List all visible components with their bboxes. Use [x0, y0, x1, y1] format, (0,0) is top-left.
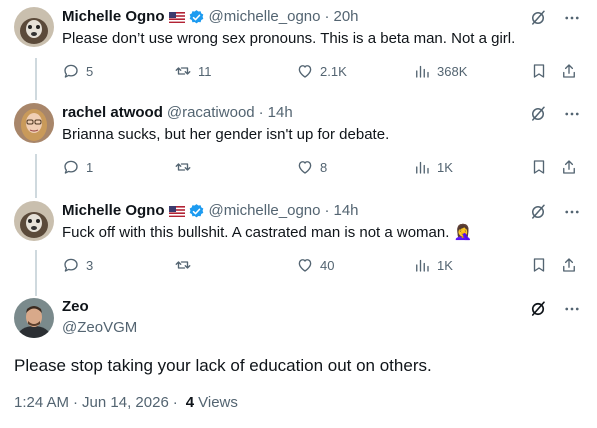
heart-icon [298, 161, 312, 174]
author-name[interactable]: Michelle Ogno [62, 201, 165, 221]
views-count: 368K [437, 63, 468, 79]
post-time[interactable]: 1:24 AM [14, 394, 69, 411]
views-count: 1K [437, 257, 453, 273]
us-flag-icon [168, 11, 185, 23]
like-count: 8 [320, 159, 328, 175]
author-name[interactable]: Michelle Ogno [62, 7, 165, 27]
grok-icon[interactable] [529, 9, 547, 27]
share-button[interactable] [560, 62, 578, 80]
views-count: 1K [437, 159, 453, 175]
like-button[interactable]: 8 [296, 158, 327, 176]
repost-icon [175, 261, 191, 269]
bookmark-button[interactable] [530, 158, 548, 176]
like-button[interactable]: 2.1K [296, 62, 347, 80]
more-options-icon[interactable] [563, 9, 581, 27]
author-handle[interactable]: @michelle_ogno [209, 7, 321, 27]
reply-post[interactable]: Michelle Ogno @michelle_ogno · 14h Fuck … [0, 194, 597, 290]
avatar[interactable] [14, 201, 54, 241]
author-handle[interactable]: @racatiwood [167, 103, 255, 123]
post-time[interactable]: 14h [333, 201, 358, 221]
author-handle[interactable]: @michelle_ogno [209, 201, 321, 221]
repost-button[interactable] [174, 158, 198, 176]
avatar[interactable] [14, 298, 54, 338]
heart-icon [298, 259, 312, 272]
bookmark-button[interactable] [530, 256, 548, 274]
avatar[interactable] [14, 7, 54, 47]
post-time[interactable]: 14h [268, 103, 293, 123]
post-text: Please don’t use wrong sex pronouns. Thi… [62, 30, 516, 47]
reply-post[interactable]: Michelle Ogno @michelle_ogno · 20h Pleas… [0, 0, 597, 96]
heart-icon [298, 65, 312, 78]
separator-dot: · [324, 8, 330, 25]
views-button[interactable]: 1K [413, 158, 453, 176]
author-name[interactable]: rachel atwood [62, 103, 163, 123]
verified-badge-icon[interactable] [188, 203, 205, 220]
repost-icon [175, 67, 191, 75]
share-button[interactable] [560, 158, 578, 176]
views-chart-icon [416, 65, 429, 78]
action-bar: 1 8 1K [56, 158, 581, 178]
repost-icon [175, 163, 191, 171]
author-handle[interactable]: @ZeoVGM [62, 319, 137, 336]
separator-dot: · [172, 394, 178, 411]
post-text: Please stop taking your lack of educatio… [14, 356, 432, 375]
reply-button[interactable]: 3 [62, 256, 93, 274]
repost-button[interactable]: 11 [174, 62, 212, 80]
reply-icon [64, 258, 78, 272]
verified-badge-icon[interactable] [188, 9, 205, 26]
views-count: 4 [185, 394, 195, 411]
like-button[interactable]: 40 [296, 256, 334, 274]
like-count: 2.1K [320, 63, 347, 79]
bookmark-icon [533, 64, 545, 78]
action-bar: 5 11 2.1K 368K [56, 62, 581, 82]
share-button[interactable] [560, 256, 578, 274]
more-options-icon[interactable] [563, 300, 581, 318]
repost-count: 11 [198, 63, 212, 79]
more-options-icon[interactable] [563, 203, 581, 221]
reply-button[interactable]: 5 [62, 62, 93, 80]
separator-dot: · [73, 394, 79, 411]
reply-count: 3 [86, 257, 94, 273]
post-time[interactable]: 20h [333, 7, 358, 27]
views-button[interactable]: 368K [413, 62, 467, 80]
repost-button[interactable] [174, 256, 198, 274]
views-label: Views [198, 394, 238, 411]
post-text: Fuck off with this bullshit. A castrated… [62, 224, 473, 241]
reply-icon [64, 64, 78, 78]
reply-count: 1 [86, 159, 94, 175]
separator-dot: · [258, 104, 264, 121]
views-chart-icon [416, 161, 429, 174]
share-icon [563, 258, 575, 272]
post-header: Michelle Ogno @michelle_ogno · 14h [62, 201, 359, 221]
author-name[interactable]: Zeo [62, 298, 89, 315]
reply-post[interactable]: rachel atwood @racatiwood · 14h Brianna … [0, 96, 597, 192]
like-count: 40 [320, 257, 335, 273]
post-meta: 1:24 AM · Jun 14, 2026 · 4 Views [14, 394, 238, 411]
reply-icon [64, 160, 78, 174]
post-text: Brianna sucks, but her gender isn't up f… [62, 126, 390, 143]
more-options-icon[interactable] [563, 105, 581, 123]
bookmark-icon [533, 160, 545, 174]
post-header: rachel atwood @racatiwood · 14h [62, 103, 293, 123]
share-icon [563, 160, 575, 174]
action-bar: 3 40 1K [56, 256, 581, 276]
grok-icon[interactable] [529, 300, 547, 318]
avatar[interactable] [14, 103, 54, 143]
bookmark-icon [533, 258, 545, 272]
grok-icon[interactable] [529, 203, 547, 221]
post-header: Michelle Ogno @michelle_ogno · 20h [62, 7, 359, 27]
grok-icon[interactable] [529, 105, 547, 123]
views-button[interactable]: 1K [413, 256, 453, 274]
views-chart-icon [416, 259, 429, 272]
reply-count: 5 [86, 63, 94, 79]
us-flag-icon [168, 205, 185, 217]
separator-dot: · [324, 202, 330, 219]
reply-button[interactable]: 1 [62, 158, 93, 176]
post-date[interactable]: Jun 14, 2026 [82, 394, 169, 411]
bookmark-button[interactable] [530, 62, 548, 80]
share-icon [563, 64, 575, 78]
